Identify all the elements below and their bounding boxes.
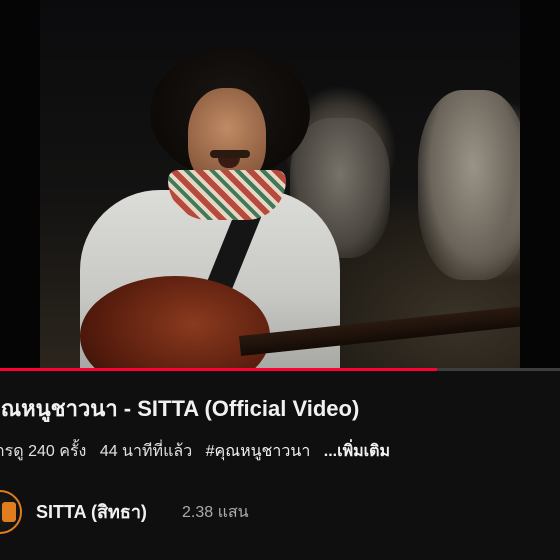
video-scene: [40, 0, 540, 368]
channel-name[interactable]: SITTA (สิทธา): [36, 500, 147, 524]
avatar-logo-mark: [2, 502, 16, 522]
progress-fill: [0, 368, 437, 371]
view-count: การดู 240 ครั้ง: [0, 443, 87, 460]
video-watch-screen: คุณหนูชาวนา - SITTA (Official Video) การ…: [0, 0, 560, 560]
upload-time: 44 นาทีที่แล้ว: [99, 443, 193, 460]
performer-scarf: [168, 170, 286, 220]
video-meta[interactable]: การดู 240 ครั้ง 44 นาทีที่แล้ว #คุณหนูชา…: [0, 440, 560, 464]
progress-bar[interactable]: [0, 368, 560, 371]
letterbox-left: [0, 0, 40, 368]
performer-mustache: [210, 150, 250, 158]
channel-avatar-icon[interactable]: [0, 490, 22, 534]
channel-row[interactable]: SITTA (สิทธา) 2.38 แสน: [0, 490, 560, 534]
video-player[interactable]: [0, 0, 560, 368]
subscriber-count: 2.38 แสน: [182, 504, 249, 521]
video-title[interactable]: คุณหนูชาวนา - SITTA (Official Video): [0, 394, 560, 424]
more-button[interactable]: ...เพิ่มเติม: [324, 443, 390, 460]
hashtag-link[interactable]: #คุณหนูชาวนา: [206, 443, 311, 460]
letterbox-right: [520, 0, 560, 368]
cow-silhouette: [418, 90, 528, 280]
